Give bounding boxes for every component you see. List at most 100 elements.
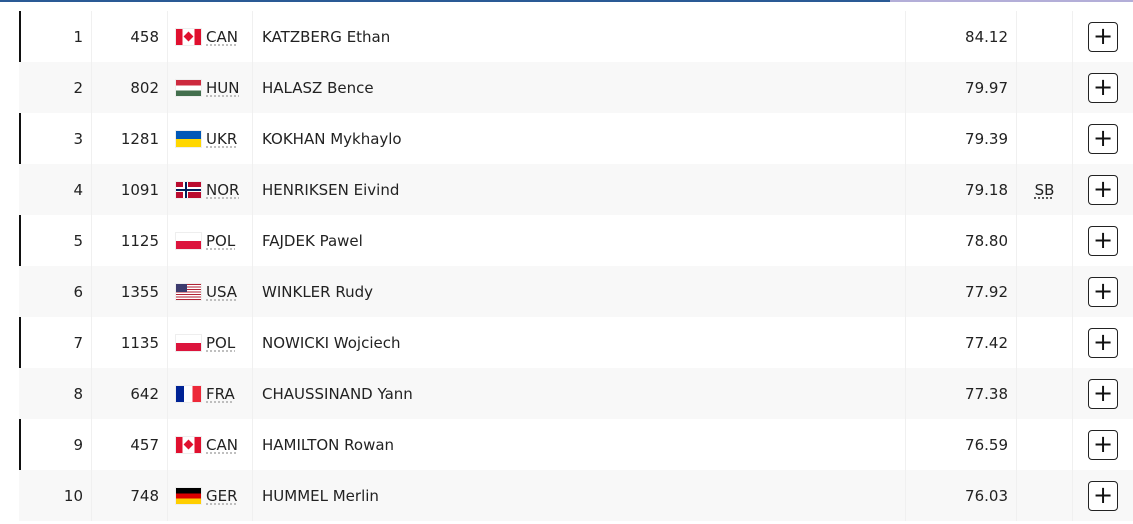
mark: 77.92 <box>965 282 1008 301</box>
athlete-name: KOKHAN Mykhaylo <box>262 129 402 148</box>
bib: 642 <box>130 384 159 403</box>
progress-fill <box>0 0 890 2</box>
note-cell <box>1017 266 1073 317</box>
country-code[interactable]: NOR <box>206 181 239 199</box>
mark-cell: 79.97 <box>906 62 1017 113</box>
plus-icon: + <box>1092 174 1114 203</box>
bib: 1091 <box>120 180 159 199</box>
note-cell <box>1017 470 1073 521</box>
table-row: 9 457 CAN HAMILTON Rowan 76.59 + <box>19 419 1133 470</box>
mark: 76.59 <box>965 435 1008 454</box>
mark: 79.97 <box>965 78 1008 97</box>
expand-cell: + <box>1073 317 1133 368</box>
expand-cell: + <box>1073 113 1133 164</box>
rank: 8 <box>73 384 83 403</box>
athlete-name: HAMILTON Rowan <box>262 435 395 454</box>
bib-cell: 802 <box>92 62 168 113</box>
country-code[interactable]: GER <box>206 487 238 505</box>
name-cell: CHAUSSINAND Yann <box>253 368 906 419</box>
bib: 457 <box>130 435 159 454</box>
nation-cell: POL <box>168 317 253 368</box>
hungary-flag-icon <box>176 79 201 96</box>
rank-cell: 5 <box>21 215 92 266</box>
rank: 6 <box>73 282 83 301</box>
nation-cell: FRA <box>168 368 253 419</box>
norway-flag-icon <box>176 181 201 198</box>
canada-flag-icon <box>176 436 201 453</box>
rank: 3 <box>73 129 83 148</box>
mark-cell: 79.18 <box>906 164 1017 215</box>
country-code[interactable]: FRA <box>206 385 235 403</box>
expand-button[interactable]: + <box>1088 378 1118 409</box>
country-code[interactable]: CAN <box>206 436 238 454</box>
name-cell: HUMMEL Merlin <box>253 470 906 521</box>
nation-cell: GER <box>168 470 253 521</box>
canada-flag-icon <box>176 28 201 45</box>
expand-cell: + <box>1073 368 1133 419</box>
record-note: SB <box>1034 180 1055 199</box>
country-code[interactable]: CAN <box>206 28 238 46</box>
rank-cell: 7 <box>21 317 92 368</box>
nation-cell: USA <box>168 266 253 317</box>
expand-button[interactable]: + <box>1088 72 1118 103</box>
bib-cell: 642 <box>92 368 168 419</box>
bib-cell: 1135 <box>92 317 168 368</box>
bib-cell: 1281 <box>92 113 168 164</box>
athlete-name: HALASZ Bence <box>262 78 374 97</box>
nation-cell: POL <box>168 215 253 266</box>
plus-icon: + <box>1092 276 1114 305</box>
athlete-name: WINKLER Rudy <box>262 282 373 301</box>
mark-cell: 77.38 <box>906 368 1017 419</box>
expand-button[interactable]: + <box>1088 174 1118 205</box>
name-cell: KOKHAN Mykhaylo <box>253 113 906 164</box>
bib: 1281 <box>120 129 159 148</box>
rank-cell: 6 <box>21 266 92 317</box>
bib-cell: 1125 <box>92 215 168 266</box>
expand-button[interactable]: + <box>1088 225 1118 256</box>
name-cell: HALASZ Bence <box>253 62 906 113</box>
bib-cell: 1355 <box>92 266 168 317</box>
plus-icon: + <box>1092 480 1114 509</box>
progress-bar <box>0 0 1133 2</box>
rank-cell: 4 <box>21 164 92 215</box>
rank: 2 <box>73 78 83 97</box>
expand-button[interactable]: + <box>1088 327 1118 358</box>
table-row: 8 642 FRA CHAUSSINAND Yann 77.38 + <box>19 368 1133 419</box>
expand-cell: + <box>1073 62 1133 113</box>
bib-cell: 1091 <box>92 164 168 215</box>
expand-button[interactable]: + <box>1088 276 1118 307</box>
country-code[interactable]: UKR <box>206 130 237 148</box>
mark: 79.39 <box>965 129 1008 148</box>
athlete-name: NOWICKI Wojciech <box>262 333 401 352</box>
country-code[interactable]: POL <box>206 232 235 250</box>
expand-button[interactable]: + <box>1088 21 1118 52</box>
rank-cell: 9 <box>21 419 92 470</box>
mark-cell: 84.12 <box>906 11 1017 62</box>
expand-cell: + <box>1073 266 1133 317</box>
mark-cell: 76.03 <box>906 470 1017 521</box>
athlete-name: FAJDEK Pawel <box>262 231 363 250</box>
mark: 77.42 <box>965 333 1008 352</box>
rank-cell: 8 <box>21 368 92 419</box>
plus-icon: + <box>1092 123 1114 152</box>
expand-cell: + <box>1073 419 1133 470</box>
mark-cell: 79.39 <box>906 113 1017 164</box>
expand-button[interactable]: + <box>1088 429 1118 460</box>
note-cell <box>1017 11 1073 62</box>
country-code[interactable]: HUN <box>206 79 239 97</box>
expand-button[interactable]: + <box>1088 480 1118 511</box>
expand-button[interactable]: + <box>1088 123 1118 154</box>
table-row: 10 748 GER HUMMEL Merlin 76.03 + <box>19 470 1133 521</box>
mark-cell: 77.42 <box>906 317 1017 368</box>
country-code[interactable]: USA <box>206 283 237 301</box>
name-cell: HAMILTON Rowan <box>253 419 906 470</box>
bib: 1355 <box>120 282 159 301</box>
bib: 1125 <box>120 231 159 250</box>
table-row: 2 802 HUN HALASZ Bence 79.97 + <box>19 62 1133 113</box>
rank: 10 <box>63 486 83 505</box>
mark: 76.03 <box>965 486 1008 505</box>
expand-cell: + <box>1073 470 1133 521</box>
nation-cell: CAN <box>168 11 253 62</box>
country-code[interactable]: POL <box>206 334 235 352</box>
nation-cell: UKR <box>168 113 253 164</box>
